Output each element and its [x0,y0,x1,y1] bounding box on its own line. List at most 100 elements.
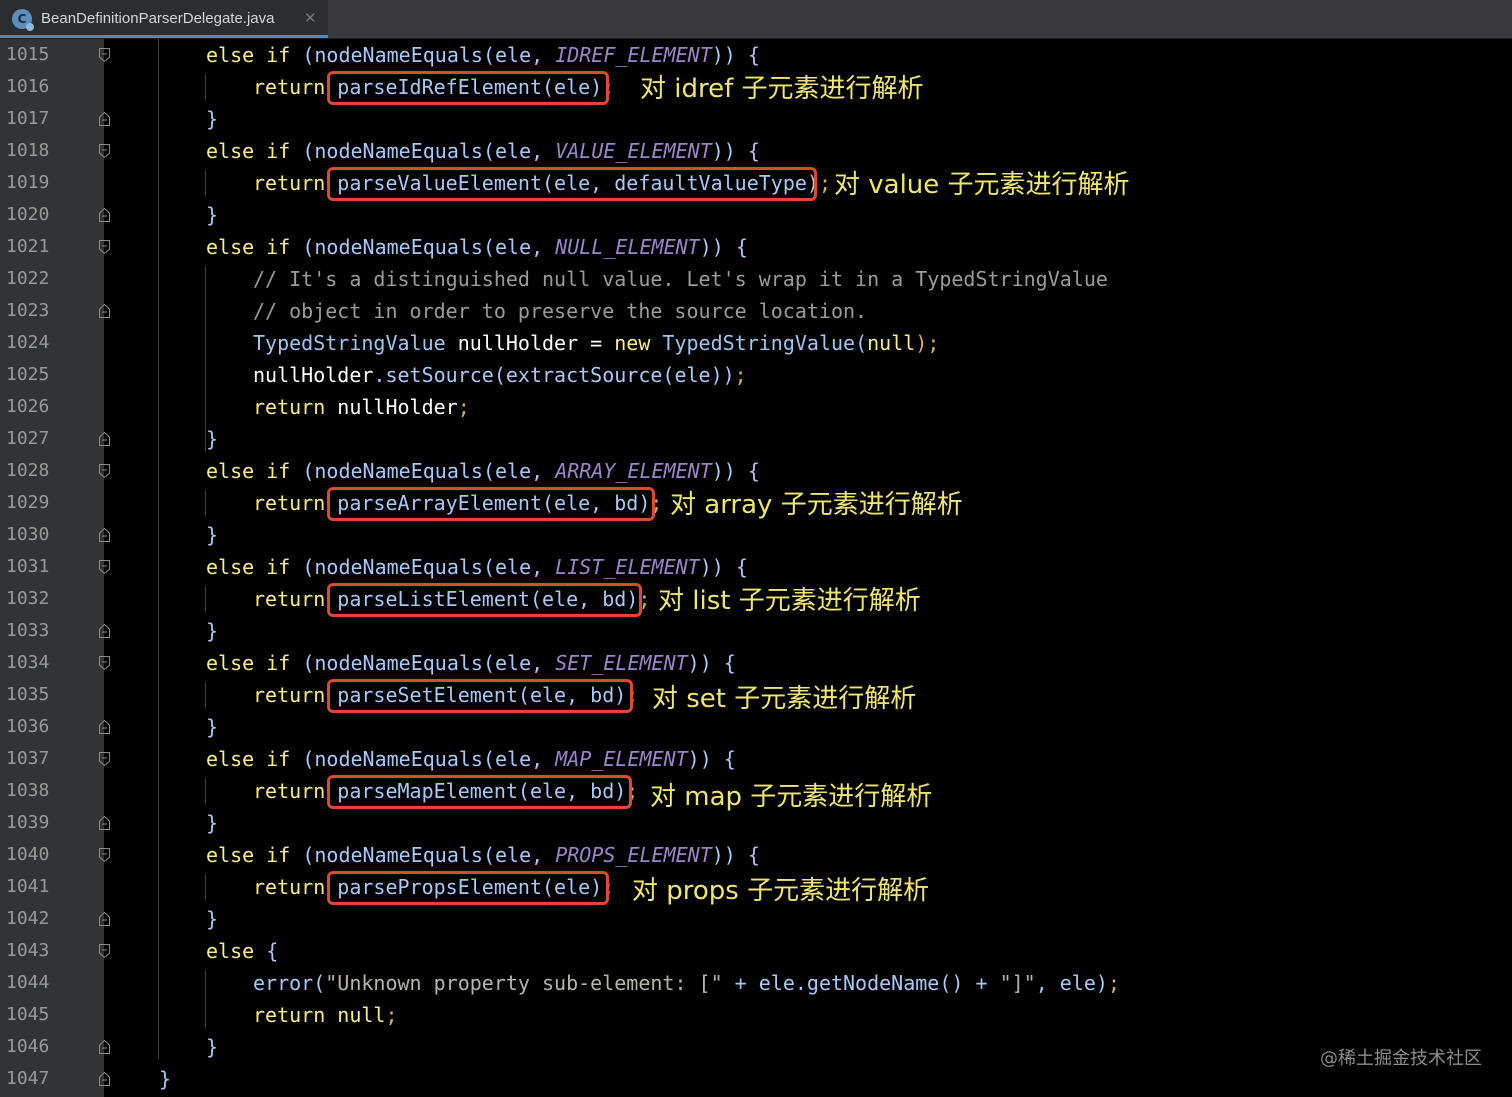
code-brace: { [266,939,279,963]
code-call: , ele) [1035,971,1108,995]
code-line[interactable]: return null; [253,999,398,1031]
fold-end-icon[interactable] [99,912,110,926]
code-punct: )) { [711,139,760,163]
code-comment[interactable]: // object in order to preserve the sourc… [253,295,867,327]
fold-collapse-icon[interactable] [99,240,110,254]
fold-collapse-icon[interactable] [99,144,110,158]
fold-end-icon[interactable] [99,624,110,638]
code-keyword: return [253,587,338,611]
code-line[interactable]: else if (nodeNameEquals(ele, SET_ELEMENT… [206,647,736,679]
code-call: (nodeNameEquals(ele, [302,651,556,675]
code-keyword: else if [206,651,303,675]
code-keyword: else [206,939,267,963]
code-call: error( [253,971,326,995]
indent-guide [205,778,206,804]
fold-collapse-icon[interactable] [99,848,110,862]
code-brace: } [206,523,219,547]
indent-guide [205,874,206,900]
fold-collapse-icon[interactable] [99,752,110,766]
code-keyword: new [614,331,663,355]
code-line[interactable]: } [206,519,218,551]
fold-end-icon[interactable] [99,1072,110,1086]
fold-collapse-icon[interactable] [99,656,110,670]
close-icon[interactable]: ✕ [304,9,317,27]
code-line[interactable]: else if (nodeNameEquals(ele, LIST_ELEMEN… [206,551,748,583]
line-number: 1020 [6,204,50,225]
highlight-box [327,679,633,713]
editor-tab-bar: C BeanDefinitionParserDelegate.java ✕ [0,0,1512,39]
line-number: 1030 [6,524,50,545]
code-keyword: else if [206,235,303,259]
code-line[interactable]: } [206,807,218,839]
code-punct: )) { [711,43,760,67]
code-line[interactable]: } [206,615,218,647]
code-keyword: return [253,491,338,515]
java-class-icon: C [12,9,34,31]
line-number: 1018 [6,140,50,161]
code-keyword: return [253,683,338,707]
code-line[interactable]: } [206,423,218,455]
code-line[interactable]: error("Unknown property sub-element: [" … [253,967,1120,999]
line-number: 1027 [6,428,50,449]
fold-end-icon[interactable] [99,528,110,542]
annotation-value: 对 value 子元素进行解析 [834,170,1130,200]
fold-end-icon[interactable] [99,432,110,446]
code-call: (nodeNameEquals(ele, [302,555,556,579]
fold-collapse-icon[interactable] [99,48,110,62]
fold-end-icon[interactable] [99,1040,110,1054]
file-tab[interactable]: C BeanDefinitionParserDelegate.java ✕ [0,0,328,38]
line-number: 1015 [6,44,50,65]
fold-collapse-icon[interactable] [99,560,110,574]
code-constant: IDREF_ELEMENT [555,43,712,67]
code-line[interactable]: else if (nodeNameEquals(ele, NULL_ELEMEN… [206,231,748,263]
highlight-box [327,583,642,617]
code-line[interactable]: } [206,1031,218,1063]
code-line[interactable]: } [206,199,218,231]
code-line[interactable]: else { [206,935,278,967]
fold-collapse-icon[interactable] [99,944,110,958]
code-line[interactable]: } [206,903,218,935]
code-punct: )) { [699,235,748,259]
code-line[interactable]: nullHolder.setSource(extractSource(ele))… [253,359,747,391]
code-line[interactable]: } [159,1063,171,1095]
code-editor[interactable]: else if (nodeNameEquals(ele, IDREF_ELEME… [112,39,1512,1097]
code-variable: nullHolder [337,395,458,419]
code-constant: SET_ELEMENT [555,651,688,675]
code-punct: )) { [711,459,760,483]
code-constant: PROPS_ELEMENT [555,843,712,867]
code-line[interactable]: else if (nodeNameEquals(ele, IDREF_ELEME… [206,39,760,71]
code-keyword: else if [206,747,303,771]
code-line[interactable]: else if (nodeNameEquals(ele, ARRAY_ELEME… [206,455,760,487]
highlight-box [327,775,632,809]
fold-end-icon[interactable] [99,720,110,734]
code-constant: VALUE_ELEMENT [555,139,712,163]
code-line[interactable]: TypedStringValue nullHolder = new TypedS… [253,327,939,359]
line-number: 1040 [6,844,50,865]
line-number: 1016 [6,76,50,97]
indent-guide [205,970,206,1028]
code-keyword: return [253,875,338,899]
code-constant: MAP_ELEMENT [555,747,688,771]
fold-collapse-icon[interactable] [99,464,110,478]
code-brace: } [206,427,219,451]
code-line[interactable]: } [206,103,218,135]
highlight-box [327,167,817,201]
fold-end-icon[interactable] [99,304,110,318]
annotation-map: 对 map 子元素进行解析 [650,782,933,812]
code-line[interactable]: } [206,711,218,743]
code-keyword: else if [206,843,303,867]
annotation-array: 对 array 子元素进行解析 [670,490,963,520]
line-number: 1029 [6,492,50,513]
fold-end-icon[interactable] [99,816,110,830]
code-punct: ; [457,395,470,419]
code-line[interactable]: else if (nodeNameEquals(ele, MAP_ELEMENT… [206,743,736,775]
line-number: 1034 [6,652,50,673]
fold-end-icon[interactable] [99,208,110,222]
code-punct: ); [915,331,940,355]
code-comment[interactable]: // It's a distinguished null value. Let'… [253,263,1108,295]
fold-end-icon[interactable] [99,112,110,126]
code-line[interactable]: return nullHolder; [253,391,470,423]
code-punct: ; [385,1003,398,1027]
code-line[interactable]: else if (nodeNameEquals(ele, VALUE_ELEME… [206,135,760,167]
code-line[interactable]: else if (nodeNameEquals(ele, PROPS_ELEME… [206,839,760,871]
